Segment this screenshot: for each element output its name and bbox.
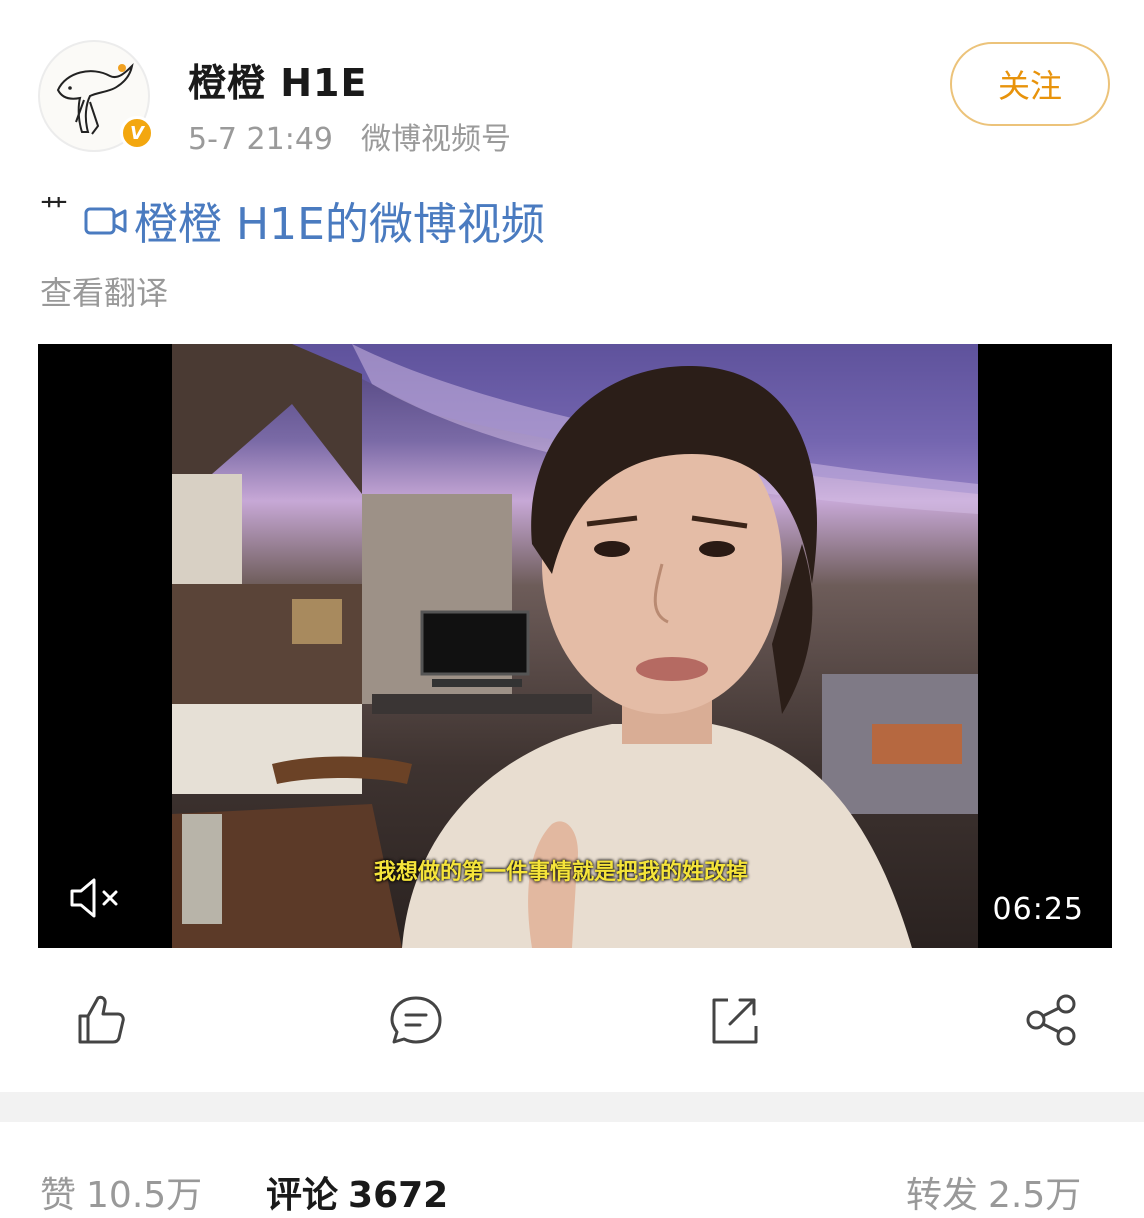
reposts-count: 2.5万 bbox=[988, 1175, 1082, 1216]
tab-likes[interactable]: 赞 10.5万 bbox=[40, 1166, 202, 1218]
video-player[interactable]: 我想做的第一件事情就是把我的姓改掉 06:25 bbox=[38, 344, 1112, 948]
video-frame: 我想做的第一件事情就是把我的姓改掉 bbox=[172, 344, 978, 948]
repost-icon bbox=[712, 998, 758, 1044]
tab-reposts[interactable]: 转发 2.5万 bbox=[906, 1166, 1081, 1218]
like-icon bbox=[78, 995, 125, 1044]
reposts-label: 转发 bbox=[906, 1175, 979, 1216]
translate-link[interactable]: 查看翻译 bbox=[40, 268, 168, 314]
video-link[interactable]: 橙橙 H1E的微博视频 bbox=[84, 188, 545, 252]
muted-speaker-icon bbox=[70, 878, 118, 918]
mute-toggle[interactable] bbox=[68, 876, 128, 920]
share-icon bbox=[1026, 994, 1076, 1046]
likes-count: 10.5万 bbox=[86, 1175, 203, 1216]
video-duration: 06:25 bbox=[992, 892, 1084, 927]
source-label[interactable]: 微博视频号 bbox=[361, 122, 511, 157]
follow-button[interactable]: 关注 bbox=[950, 42, 1110, 126]
likes-label: 赞 bbox=[40, 1175, 77, 1216]
post-meta: 5-7 21:49 微博视频号 bbox=[188, 114, 511, 158]
post-prefix: 艹 bbox=[40, 193, 68, 226]
post-text: 艹 橙橙 H1E的微博视频 bbox=[40, 188, 545, 252]
tab-comments[interactable]: 评论 3672 bbox=[266, 1166, 448, 1218]
video-subtitle: 我想做的第一件事情就是把我的姓改掉 bbox=[374, 860, 749, 885]
section-divider bbox=[0, 1092, 1144, 1122]
stats-tabs: 赞 10.5万 评论 3672 转发 2.5万 bbox=[0, 1140, 1144, 1216]
comments-label: 评论 bbox=[266, 1175, 339, 1216]
share-button[interactable] bbox=[1022, 990, 1082, 1050]
repost-button[interactable] bbox=[704, 990, 764, 1050]
timestamp: 5-7 21:49 bbox=[188, 122, 333, 157]
comment-icon bbox=[390, 996, 442, 1044]
action-bar bbox=[0, 990, 1144, 1060]
like-button[interactable] bbox=[72, 990, 132, 1050]
video-camera-icon bbox=[84, 207, 127, 235]
comment-button[interactable] bbox=[386, 990, 446, 1050]
comments-count: 3672 bbox=[348, 1175, 449, 1216]
verified-badge-icon: V bbox=[120, 116, 154, 150]
video-link-label: 橙橙 H1E的微博视频 bbox=[134, 199, 545, 250]
username[interactable]: 橙橙 H1E bbox=[188, 52, 367, 107]
